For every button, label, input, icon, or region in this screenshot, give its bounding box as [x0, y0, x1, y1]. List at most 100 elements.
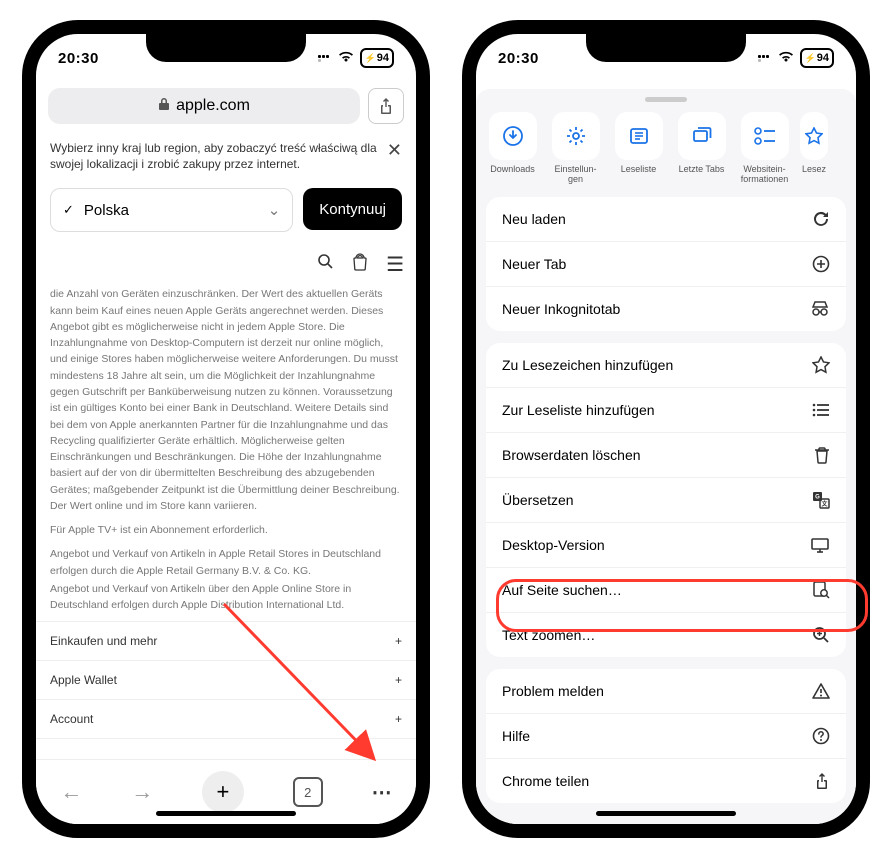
- menu-card-1: Neu laden Neuer Tab Neuer Inkognitotab: [486, 197, 846, 331]
- menu-item-label: Problem melden: [502, 683, 604, 699]
- continue-label: Kontynuuj: [319, 201, 386, 218]
- menu-item-label: Desktop-Version: [502, 537, 605, 553]
- wifi-icon: [338, 50, 354, 66]
- accordion-row[interactable]: Einkaufen und mehr +: [36, 622, 416, 661]
- cellular-icon: [758, 55, 772, 62]
- tab-count: 2: [304, 785, 311, 800]
- menu-card-2: Zu Lesezeichen hinzufügen Zur Leseliste h…: [486, 343, 846, 657]
- menu-item-readlist[interactable]: Zur Leseliste hinzufügen: [486, 387, 846, 432]
- time-label: 20:30: [58, 50, 99, 67]
- translate-icon: G文: [812, 491, 830, 509]
- menu-item-label: Hilfe: [502, 728, 530, 744]
- quick-actions-row: Downloads Einstellun- gen Leseliste Letz…: [476, 112, 856, 185]
- zoom-icon: [812, 626, 830, 644]
- menu-item-desktop[interactable]: Desktop-Version: [486, 522, 846, 567]
- forward-button[interactable]: →: [131, 779, 153, 805]
- banner-text: Wybierz inny kraj lub region, aby zobacz…: [50, 140, 377, 172]
- home-indicator: [596, 811, 736, 816]
- svg-text:G: G: [815, 494, 820, 500]
- time-label: 20:30: [498, 50, 539, 67]
- readlist-icon: [812, 403, 830, 417]
- menu-item-share[interactable]: Chrome teilen: [486, 758, 846, 803]
- menu-item-incognito[interactable]: Neuer Inkognitotab: [486, 286, 846, 331]
- site-nav: ☰: [36, 246, 416, 282]
- url-pill[interactable]: apple.com: [48, 88, 360, 124]
- quick-label: Einstellun- gen: [547, 164, 604, 185]
- tvplus-text: Für Apple TV+ ist ein Abonnement erforde…: [50, 522, 402, 538]
- battery-badge: 94: [800, 48, 834, 68]
- chevron-down-icon: ⌄: [268, 201, 281, 219]
- bag-icon[interactable]: [352, 253, 368, 276]
- menu-item-warn[interactable]: Problem melden: [486, 669, 846, 713]
- findpage-icon: [812, 581, 830, 599]
- back-button[interactable]: ←: [60, 779, 82, 805]
- search-icon[interactable]: [317, 253, 334, 275]
- menu-item-translate[interactable]: ÜbersetzenG文: [486, 477, 846, 522]
- menu-item-label: Auf Seite suchen…: [502, 582, 622, 598]
- country-label: Polska: [84, 202, 129, 219]
- menu-item-label: Neu laden: [502, 211, 566, 227]
- lock-icon: [158, 97, 170, 116]
- help-icon: [812, 727, 830, 745]
- menu-item-label: Neuer Inkognitotab: [502, 301, 620, 317]
- new-tab-button[interactable]: +: [202, 771, 244, 813]
- home-indicator: [156, 811, 296, 816]
- tabs-button[interactable]: 2: [293, 777, 323, 807]
- menu-item-reload[interactable]: Neu laden: [486, 197, 846, 241]
- share-button[interactable]: [368, 88, 404, 124]
- grabber[interactable]: [645, 97, 687, 102]
- quick-label: Letzte Tabs: [673, 164, 730, 184]
- quick-label: Websitein- formationen: [736, 164, 793, 185]
- quick-siteinfo[interactable]: Websitein- formationen: [736, 112, 793, 185]
- menu-item-label: Neuer Tab: [502, 256, 566, 272]
- quick-label: Downloads: [484, 164, 541, 184]
- quick-recent-tabs[interactable]: Letzte Tabs: [673, 112, 730, 185]
- retail1-text: Angebot und Verkauf von Artikeln in Appl…: [50, 546, 402, 579]
- menu-item-trash[interactable]: Browserdaten löschen: [486, 432, 846, 477]
- incognito-icon: [810, 301, 830, 317]
- wifi-icon: [778, 50, 794, 66]
- menu-item-star[interactable]: Zu Lesezeichen hinzufügen: [486, 343, 846, 387]
- acc-label: Einkaufen und mehr: [50, 634, 157, 648]
- star-icon: [812, 356, 830, 374]
- menu-item-label: Zur Leseliste hinzufügen: [502, 402, 655, 418]
- menu-item-zoom[interactable]: Text zoomen…: [486, 612, 846, 657]
- plus-icon: +: [395, 634, 402, 648]
- address-bar: apple.com: [36, 82, 416, 130]
- phone-left: 20:30 94 apple.com Wybierz inny kraj l: [22, 20, 430, 838]
- quick-readinglist[interactable]: Leseliste: [610, 112, 667, 185]
- menu-item-label: Chrome teilen: [502, 773, 589, 789]
- notch: [586, 32, 746, 62]
- desktop-icon: [810, 537, 830, 553]
- legal-text: die Anzahl von Geräten einzuschränken. D…: [50, 286, 402, 514]
- menu-item-label: Zu Lesezeichen hinzufügen: [502, 357, 673, 373]
- browser-menu-sheet: Downloads Einstellun- gen Leseliste Letz…: [476, 89, 856, 824]
- country-select[interactable]: ✓ Polska ⌄: [50, 188, 293, 232]
- svg-text:文: 文: [820, 500, 828, 508]
- menu-item-plus[interactable]: Neuer Tab: [486, 241, 846, 286]
- region-row: ✓ Polska ⌄ Kontynuuj: [36, 182, 416, 246]
- plus-icon: +: [395, 712, 402, 726]
- share-icon: [814, 772, 830, 790]
- acc-label: Apple Wallet: [50, 673, 117, 687]
- accordion-row[interactable]: Account+: [36, 700, 416, 739]
- close-icon[interactable]: ✕: [387, 140, 402, 161]
- quick-settings[interactable]: Einstellun- gen: [547, 112, 604, 185]
- url-text: apple.com: [176, 97, 250, 115]
- overflow-menu-button[interactable]: ⋯: [372, 780, 392, 805]
- quick-downloads[interactable]: Downloads: [484, 112, 541, 185]
- accordion-row[interactable]: Apple Wallet+: [36, 661, 416, 700]
- menu-icon[interactable]: ☰: [386, 252, 402, 277]
- notch: [146, 32, 306, 62]
- reload-icon: [812, 210, 830, 228]
- menu-item-label: Text zoomen…: [502, 627, 595, 643]
- quick-bookmarks[interactable]: Lesez: [799, 112, 829, 185]
- menu-item-help[interactable]: Hilfe: [486, 713, 846, 758]
- check-icon: ✓: [63, 202, 74, 218]
- trash-icon: [814, 446, 830, 464]
- region-banner: Wybierz inny kraj lub region, aby zobacz…: [36, 130, 416, 182]
- continue-button[interactable]: Kontynuuj: [303, 188, 402, 230]
- menu-item-findpage[interactable]: Auf Seite suchen…: [486, 567, 846, 612]
- warn-icon: [812, 682, 830, 700]
- footer-accordion: Einkaufen und mehr+ Apple Wallet+ Accoun…: [36, 621, 416, 739]
